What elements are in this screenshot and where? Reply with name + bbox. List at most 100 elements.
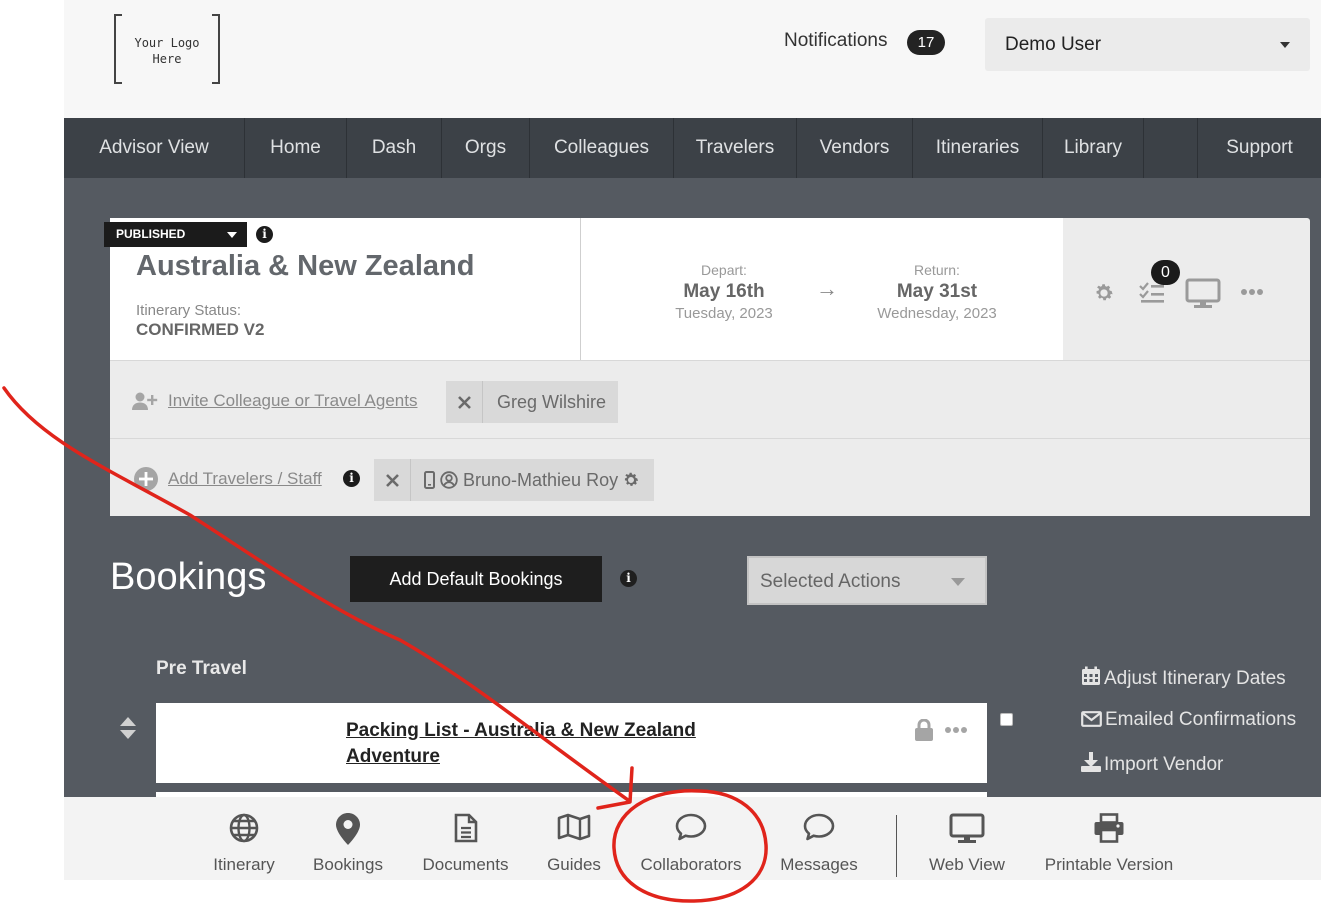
remove-traveler-button[interactable] <box>374 459 411 501</box>
printer-icon <box>1094 813 1124 843</box>
trip-divider <box>580 218 581 360</box>
nav-home[interactable]: Home <box>245 118 347 178</box>
globe-icon <box>229 813 259 843</box>
return-date-value: May 31st <box>896 281 978 302</box>
return-label: Return: <box>914 262 960 278</box>
tab-web-view[interactable]: Web View <box>922 797 1012 880</box>
speech-bubble-icon <box>803 813 835 841</box>
bottom-toolbar: Itinerary Bookings Documents Guides Coll… <box>64 797 1321 880</box>
tab-messages[interactable]: Messages <box>773 797 865 880</box>
gear-icon[interactable] <box>1093 282 1115 304</box>
tab-guides-label: Guides <box>547 855 601 874</box>
selected-actions-dropdown[interactable]: Selected Actions <box>747 556 987 605</box>
notifications-link[interactable]: Notifications <box>784 30 888 52</box>
trip-title: Australia & New Zealand <box>136 250 475 282</box>
nav-support[interactable]: Support <box>1198 118 1321 178</box>
plus-circle-icon[interactable] <box>134 467 158 491</box>
document-icon <box>454 813 477 843</box>
row-divider <box>110 438 1310 439</box>
depart-date-value: May 16th <box>683 281 765 302</box>
logo-line-1: Your Logo <box>134 36 200 50</box>
more-options-icon[interactable] <box>1241 288 1263 296</box>
nav-library[interactable]: Library <box>1043 118 1144 178</box>
lock-icon <box>915 719 933 741</box>
row-divider <box>110 360 1310 361</box>
caret-down-icon <box>227 232 237 238</box>
adjust-dates-label: Adjust Itinerary Dates <box>1104 668 1286 689</box>
info-icon[interactable]: i <box>343 470 360 487</box>
tab-documents[interactable]: Documents <box>418 797 513 880</box>
tab-printable-version-label: Printable Version <box>1044 855 1174 874</box>
envelope-icon <box>1081 711 1102 727</box>
user-name: Demo User <box>1005 34 1102 55</box>
itinerary-status-label: Itinerary Status: <box>136 302 242 319</box>
mobile-icon <box>424 471 435 489</box>
caret-down-icon <box>1280 42 1290 48</box>
invite-colleague-link[interactable]: Invite Colleague or Travel Agents <box>168 391 417 411</box>
logo-text: Your Logo Here <box>114 35 220 67</box>
nav-spacer <box>1144 118 1198 178</box>
map-icon <box>557 813 591 841</box>
calendar-icon <box>1082 666 1100 685</box>
info-icon[interactable]: i <box>256 226 273 243</box>
tab-itinerary[interactable]: Itinerary <box>204 797 284 880</box>
nav-colleagues[interactable]: Colleagues <box>530 118 674 178</box>
remove-colleague-button[interactable] <box>446 381 483 423</box>
user-dropdown[interactable]: Demo User <box>985 18 1310 71</box>
checklist-count-badge: 0 <box>1151 260 1180 285</box>
import-vendor-link[interactable]: Import Vendor <box>1081 752 1223 776</box>
map-pin-icon <box>336 813 360 845</box>
add-default-bookings-button[interactable]: Add Default Bookings <box>350 556 602 602</box>
trip-panel: PUBLISHED i Australia & New Zealand Itin… <box>104 218 1310 516</box>
close-icon <box>458 396 471 409</box>
tab-itinerary-label: Itinerary <box>213 855 275 874</box>
tab-bookings-label: Bookings <box>313 855 383 874</box>
download-icon <box>1081 752 1101 772</box>
status-dropdown[interactable]: PUBLISHED <box>104 222 247 247</box>
user-circle-icon <box>440 471 458 489</box>
checklist-icon[interactable] <box>1139 282 1165 304</box>
tab-guides[interactable]: Guides <box>540 797 608 880</box>
booking-checkbox[interactable] <box>1000 713 1013 726</box>
depart-date[interactable]: Depart: May 16th Tuesday, 2023 <box>639 262 809 322</box>
colleague-name: Greg Wilshire <box>497 392 607 412</box>
traveler-chip: Bruno-Mathieu Roy <box>374 459 654 501</box>
tab-collaborators[interactable]: Collaborators <box>633 797 749 880</box>
nav-orgs[interactable]: Orgs <box>442 118 530 178</box>
import-vendor-label: Import Vendor <box>1104 754 1224 775</box>
speech-bubble-icon <box>675 813 707 841</box>
more-options-icon[interactable] <box>945 726 967 734</box>
tab-bookings[interactable]: Bookings <box>308 797 388 880</box>
tab-collaborators-label: Collaborators <box>640 855 742 874</box>
logo-line-2: Here <box>152 52 182 66</box>
booking-card[interactable]: Packing List - Australia & New Zealand A… <box>156 703 987 783</box>
logo[interactable]: Your Logo Here <box>114 14 220 84</box>
return-date[interactable]: Return: May 31st Wednesday, 2023 <box>852 262 1022 322</box>
monitor-icon[interactable] <box>1185 278 1221 310</box>
depart-label: Depart: <box>701 262 747 278</box>
info-icon[interactable]: i <box>620 570 637 587</box>
notifications-count-badge[interactable]: 17 <box>907 30 945 55</box>
itinerary-status-value: CONFIRMED V2 <box>136 320 265 339</box>
nav-travelers[interactable]: Travelers <box>674 118 797 178</box>
booking-title-link[interactable]: Packing List - Australia & New Zealand A… <box>346 718 766 770</box>
arrow-right-icon: → <box>816 276 838 301</box>
colleague-chip: Greg Wilshire <box>446 381 618 423</box>
sort-handle-icon[interactable] <box>119 716 137 740</box>
emailed-confirmations-link[interactable]: Emailed Confirmations <box>1081 709 1296 731</box>
emailed-confirmations-label: Emailed Confirmations <box>1105 709 1297 730</box>
adjust-itinerary-dates-link[interactable]: Adjust Itinerary Dates <box>1081 666 1286 690</box>
header: Your Logo Here Notifications 17 Demo Use… <box>64 0 1321 118</box>
gear-icon[interactable] <box>622 471 640 489</box>
nav-vendors[interactable]: Vendors <box>797 118 913 178</box>
nav-advisor-view[interactable]: Advisor View <box>64 118 245 178</box>
status-pill-label: PUBLISHED <box>116 227 186 241</box>
traveler-name: Bruno-Mathieu Roy <box>463 470 619 490</box>
nav-dash[interactable]: Dash <box>347 118 442 178</box>
add-user-icon[interactable] <box>132 392 158 411</box>
tab-printable-version[interactable]: Printable Version <box>1038 797 1180 880</box>
add-travelers-link[interactable]: Add Travelers / Staff <box>168 469 322 489</box>
nav-itineraries[interactable]: Itineraries <box>913 118 1043 178</box>
pre-travel-heading: Pre Travel <box>156 658 247 679</box>
main-nav: Advisor View Home Dash Orgs Colleagues T… <box>64 118 1321 178</box>
